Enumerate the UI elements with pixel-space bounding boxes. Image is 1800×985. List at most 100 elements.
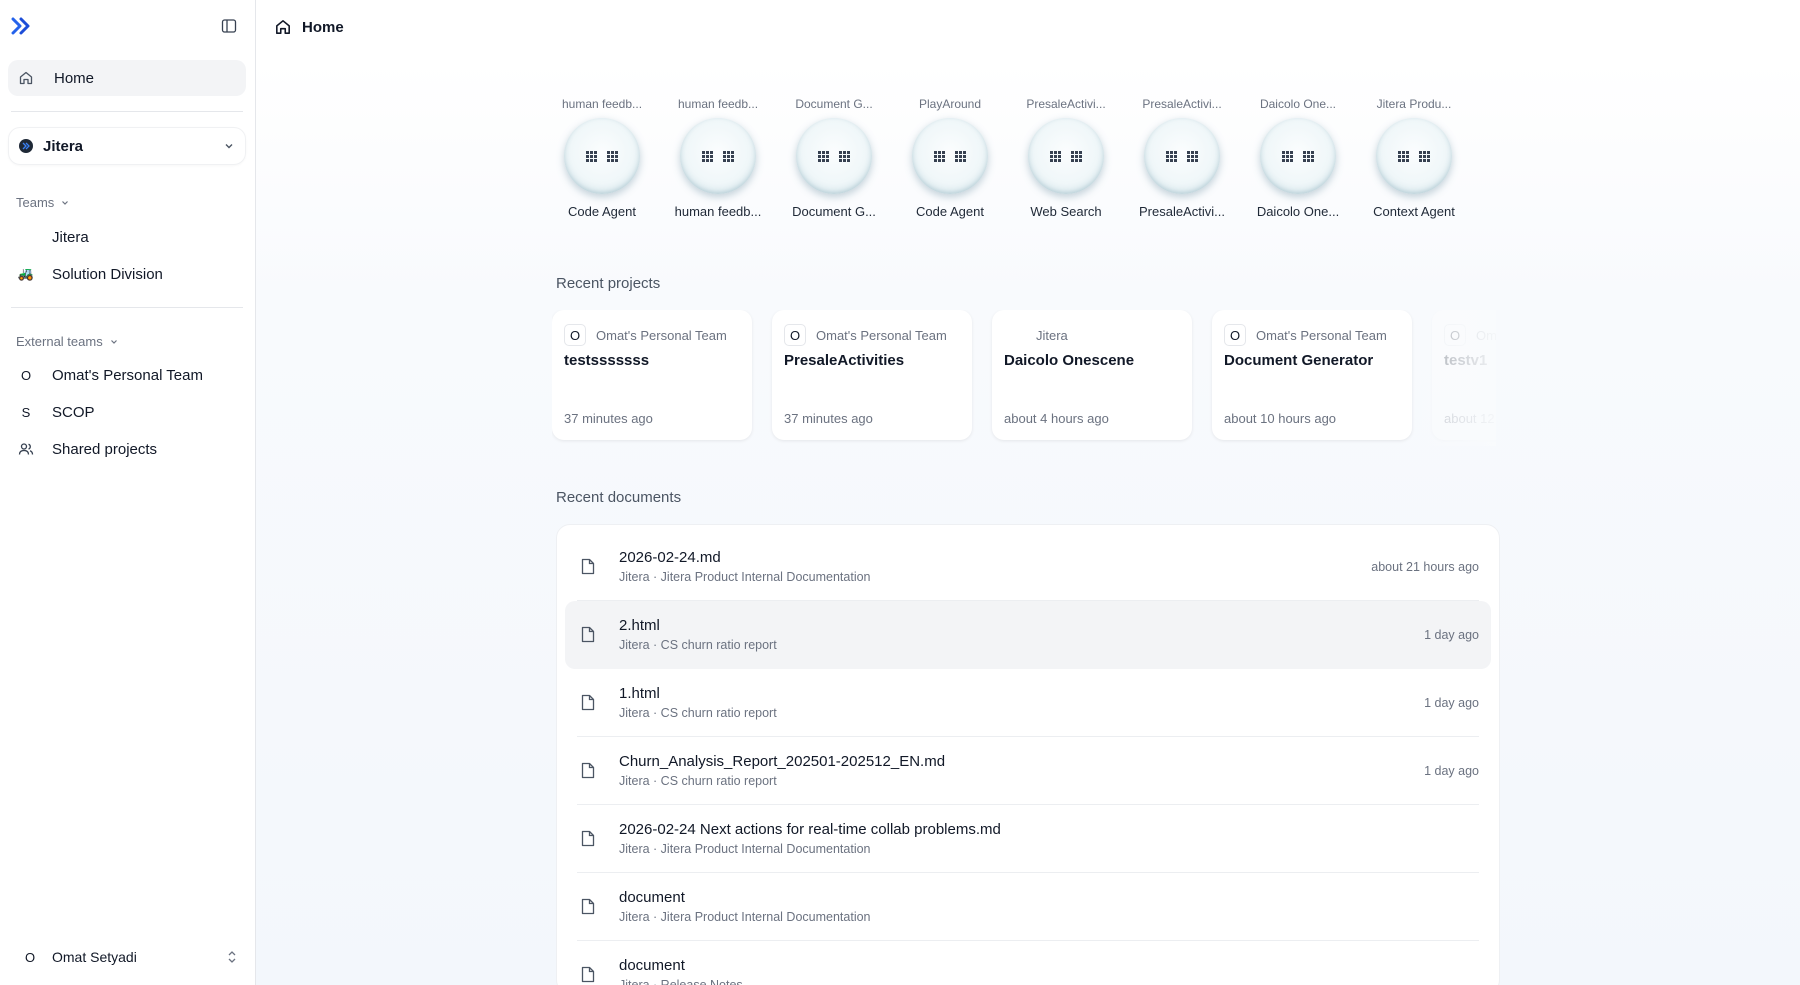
project-name: testsssssss — [564, 352, 650, 369]
agent-orb-icon — [796, 118, 872, 194]
project-team: O Omat's Personal Team — [784, 324, 960, 346]
agents-row: human feedb... Code Agent human feedb...… — [552, 96, 1492, 228]
agent-card[interactable]: human feedb... Code Agent — [552, 96, 652, 228]
document-name: 2026-02-24.md — [619, 549, 721, 566]
agent-card[interactable]: PlayAround Code Agent — [900, 96, 1000, 228]
team-badge: O — [1444, 324, 1466, 346]
project-team: O Omat's Personal Team — [564, 324, 740, 346]
project-card[interactable]: O Omat's Personal Team testv1 about 12 h… — [1432, 310, 1496, 440]
agent-orb-icon — [1260, 118, 1336, 194]
sidebar-item-home[interactable]: Home — [8, 60, 246, 96]
agent-card[interactable]: Document G... Document G... — [784, 96, 884, 228]
main-content: Home human feedb... Code Agent human fee… — [256, 0, 1800, 985]
project-card[interactable]: O Omat's Personal Team testsssssss 37 mi… — [552, 310, 752, 440]
agent-project-label: human feedb... — [561, 97, 643, 111]
agent-name: Context Agent — [1373, 204, 1455, 219]
project-team: Jitera — [1004, 324, 1180, 346]
agent-project-label: Daicolo One... — [1259, 97, 1337, 111]
document-path: Jitera · Jitera Product Internal Documen… — [619, 910, 871, 924]
project-name: PresaleActivities — [784, 352, 905, 369]
document-name: 1.html — [619, 685, 660, 702]
file-icon — [581, 898, 597, 916]
document-row[interactable]: document Jitera · Jitera Product Internal… — [565, 873, 1491, 941]
team-name: Omat's Personal Team — [1256, 327, 1387, 343]
workspace-select[interactable]: Jitera — [8, 127, 246, 165]
project-time: 37 minutes ago — [564, 411, 653, 426]
agent-project-label: PresaleActivi... — [1026, 97, 1106, 111]
document-row[interactable]: 1.html Jitera · CS churn ratio report 1 d… — [565, 669, 1491, 737]
team-initial: S — [21, 404, 31, 420]
agent-card[interactable]: Jitera Produ... Context Agent — [1364, 96, 1464, 228]
external-teams-section-toggle[interactable]: External teams — [16, 334, 119, 349]
file-icon — [581, 694, 597, 712]
recent-projects-heading: Recent projects — [556, 275, 661, 292]
document-path: Jitera · Release Notes — [619, 978, 743, 985]
document-name: document — [619, 889, 685, 906]
agent-name: Code Agent — [568, 204, 636, 219]
file-icon — [581, 830, 597, 848]
sidebar-item-team-solution-division[interactable]: 🚜 Solution Division — [8, 258, 246, 290]
document-row[interactable]: 2026-02-24 Next actions for real-time co… — [565, 805, 1491, 873]
document-path: Jitera · CS churn ratio report — [619, 638, 777, 652]
project-time: 37 minutes ago — [784, 411, 873, 426]
sidebar-item-label: Shared projects — [52, 440, 158, 458]
file-icon — [581, 966, 597, 984]
sidebar: Home Jitera Teams Jitera 🚜 Solution Divi… — [0, 0, 256, 985]
document-time: 1 day ago — [1424, 764, 1479, 778]
agent-card[interactable]: PresaleActivi... PresaleActivi... — [1132, 96, 1232, 228]
team-name: Omat's Personal Team — [596, 327, 727, 343]
sidebar-item-omats-personal-team[interactable]: O Omat's Personal Team — [8, 359, 246, 391]
teams-section-toggle[interactable]: Teams — [16, 195, 70, 210]
project-team: O Omat's Personal Team — [1444, 324, 1496, 346]
document-path: Jitera · CS churn ratio report — [619, 774, 777, 788]
project-time: about 10 hours ago — [1224, 411, 1337, 426]
project-name: Document Generator — [1224, 352, 1374, 369]
agent-project-label: Jitera Produ... — [1376, 97, 1452, 111]
project-card[interactable]: O Omat's Personal Team PresaleActivities… — [772, 310, 972, 440]
document-row[interactable]: 2.html Jitera · CS churn ratio report 1 d… — [565, 601, 1491, 669]
team-badge — [1004, 324, 1026, 346]
sidebar-item-shared-projects[interactable]: Shared projects — [8, 433, 246, 465]
document-path: Jitera · Jitera Product Internal Documen… — [619, 570, 871, 584]
document-row[interactable]: document Jitera · Release Notes — [565, 941, 1491, 985]
team-name: Omat's Personal Team — [816, 327, 947, 343]
agent-card[interactable]: human feedb... human feedb... — [668, 96, 768, 228]
sidebar-item-label: Solution Division — [52, 265, 163, 283]
agent-name: Document G... — [792, 204, 876, 219]
avatar: O — [24, 949, 36, 965]
agent-orb-icon — [564, 118, 640, 194]
team-badge: O — [1224, 324, 1246, 346]
chevron-down-icon — [110, 339, 117, 344]
document-time: about 21 hours ago — [1371, 560, 1479, 574]
team-name: Jitera — [1036, 327, 1068, 343]
team-badge: O — [564, 324, 586, 346]
document-path: Jitera · Jitera Product Internal Documen… — [619, 842, 871, 856]
sidebar-item-scop[interactable]: S SCOP — [8, 396, 246, 428]
document-time: 1 day ago — [1424, 628, 1479, 642]
project-card[interactable]: Jitera Daicolo Onescene about 4 hours ag… — [992, 310, 1192, 440]
workspace-logo-icon — [19, 139, 33, 153]
document-name: Churn_Analysis_Report_202501-202512_EN.m… — [619, 753, 946, 770]
sidebar-item-team-jitera[interactable]: Jitera — [8, 221, 246, 253]
user-menu[interactable]: O Omat Setyadi — [8, 940, 246, 974]
project-time: about 12 hours ago — [1444, 411, 1496, 426]
project-time: about 4 hours ago — [1004, 411, 1109, 426]
project-name: Daicolo Onescene — [1004, 352, 1135, 369]
project-name: testv1 — [1444, 352, 1488, 369]
agent-card[interactable]: Daicolo One... Daicolo One... — [1248, 96, 1348, 228]
document-row[interactable]: Churn_Analysis_Report_202501-202512_EN.m… — [565, 737, 1491, 805]
agent-name: human feedb... — [674, 204, 762, 219]
sidebar-toggle-icon[interactable] — [217, 16, 241, 36]
agent-name: Web Search — [1030, 204, 1102, 219]
agent-card[interactable]: PresaleActivi... Web Search — [1016, 96, 1116, 228]
home-icon — [18, 70, 34, 86]
project-card[interactable]: O Omat's Personal Team Document Generato… — [1212, 310, 1412, 440]
agent-project-label: human feedb... — [677, 97, 759, 111]
users-icon — [16, 441, 36, 457]
sidebar-item-label: Home — [54, 69, 95, 87]
teams-label: Teams — [16, 195, 55, 210]
document-row[interactable]: 2026-02-24.md Jitera · Jitera Product Int… — [565, 533, 1491, 601]
team-badge: O — [784, 324, 806, 346]
sidebar-item-label: SCOP — [52, 403, 95, 421]
jitera-logo-icon[interactable] — [11, 16, 35, 36]
